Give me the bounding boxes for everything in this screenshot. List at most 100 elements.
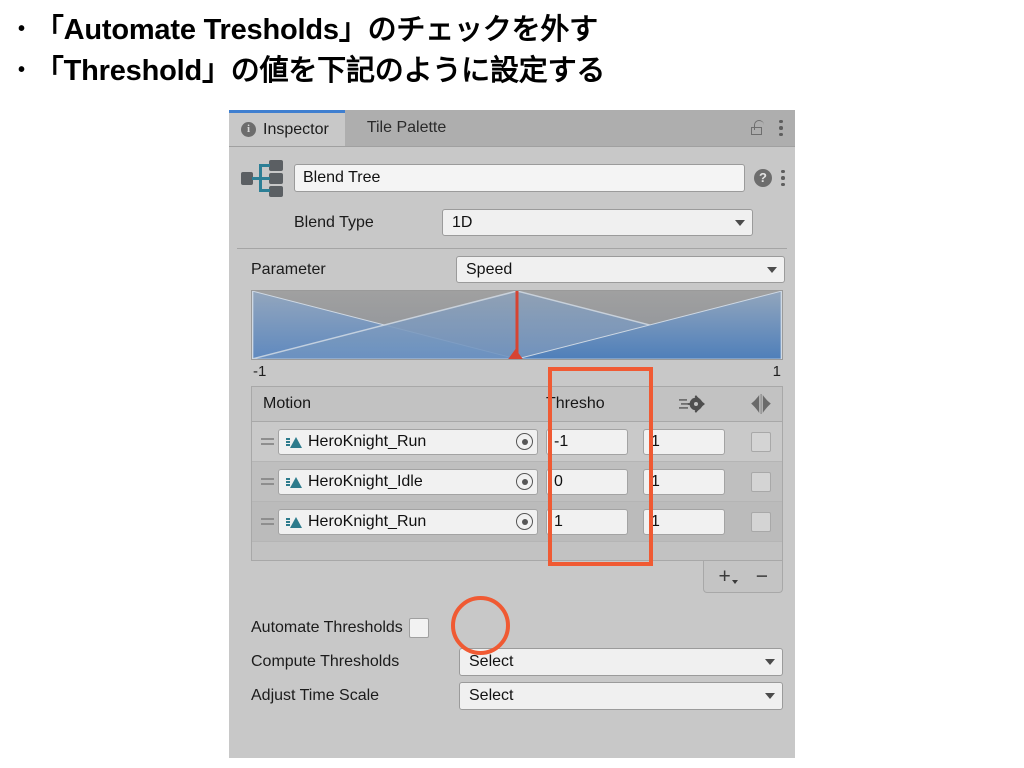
blend-type-row: Blend Type 1D — [239, 209, 785, 236]
bullet-text: 「Threshold」の値を下記のように設定する — [34, 55, 606, 88]
axis-max-label: 1 — [772, 363, 781, 380]
speed-input[interactable]: 1 — [643, 508, 725, 535]
chevron-down-icon — [767, 266, 777, 273]
mirror-cell — [740, 471, 782, 492]
motion-clip-name: HeroKnight_Idle — [308, 472, 423, 490]
drag-handle-icon[interactable] — [252, 518, 278, 525]
parameter-label: Parameter — [251, 260, 326, 278]
help-icon[interactable]: ? — [754, 169, 772, 187]
header-threshold: Thresho — [546, 395, 605, 412]
mirror-cell — [740, 511, 782, 532]
remove-motion-button[interactable]: − — [756, 566, 768, 587]
slide-bullet-list: • 「Automate Tresholds」のチェックを外す • 「Thresh… — [18, 10, 918, 92]
object-picker-icon[interactable] — [516, 433, 533, 450]
motion-table-header: Motion Thresho — [252, 387, 782, 422]
chevron-down-icon — [735, 219, 745, 226]
motion-field[interactable]: HeroKnight_Run — [278, 508, 538, 535]
threshold-cell: -1 — [546, 428, 643, 455]
motion-list-actions: + − — [229, 561, 783, 593]
blend-type-label: Blend Type — [294, 213, 374, 231]
bullet-marker: • — [18, 59, 25, 82]
mirror-icon — [740, 394, 782, 414]
tab-tile-palette-label: Tile Palette — [366, 119, 447, 136]
bullet-item: • 「Threshold」の値を下記のように設定する — [18, 51, 918, 92]
speed-input[interactable]: 1 — [643, 468, 725, 495]
threshold-input[interactable]: 0 — [546, 468, 628, 495]
animation-clip-icon — [286, 514, 303, 529]
motion-clip-name: HeroKnight_Run — [308, 512, 427, 530]
lock-open-icon[interactable] — [751, 120, 765, 136]
automate-thresholds-row: Automate Thresholds — [229, 611, 795, 645]
playhead-line[interactable] — [507, 291, 524, 359]
playhead-marker-icon[interactable] — [507, 349, 524, 359]
graph-axis-labels: -1 1 — [251, 360, 783, 380]
speed-gear-icon — [643, 395, 740, 413]
speed-input[interactable]: 1 — [643, 428, 725, 455]
adjust-time-scale-row: Adjust Time Scale Select — [229, 679, 795, 713]
drag-handle-icon[interactable] — [252, 438, 278, 445]
bullet-text: 「Automate Tresholds」のチェックを外す — [34, 14, 598, 46]
compute-thresholds-value: Select — [469, 653, 514, 670]
info-icon: i — [241, 122, 256, 137]
parameter-dropdown[interactable]: Speed — [456, 256, 785, 283]
threshold-input[interactable]: -1 — [546, 428, 628, 455]
add-remove-bar: + − — [703, 561, 783, 593]
add-motion-button[interactable]: + — [718, 565, 738, 588]
table-row[interactable]: HeroKnight_Idle 0 1 — [252, 462, 782, 502]
parameter-value: Speed — [466, 260, 513, 278]
compute-thresholds-dropdown[interactable]: Select — [459, 648, 783, 676]
blend-type-dropdown[interactable]: 1D — [442, 209, 753, 236]
adjust-time-scale-label: Adjust Time Scale — [251, 687, 380, 704]
header-motion: Motion — [263, 395, 312, 412]
threshold-cell: 0 — [546, 468, 643, 495]
animation-clip-icon — [286, 434, 303, 449]
threshold-input[interactable]: 1 — [546, 508, 628, 535]
mirror-checkbox[interactable] — [751, 471, 771, 492]
motion-table-footer — [252, 542, 782, 560]
animation-clip-icon — [286, 474, 303, 489]
blend-graph[interactable] — [251, 290, 783, 360]
adjust-time-scale-dropdown[interactable]: Select — [459, 682, 783, 710]
tab-bar-spacer — [468, 110, 751, 146]
mirror-cell — [740, 431, 782, 452]
adjust-time-scale-value: Select — [469, 687, 514, 704]
speed-cell: 1 — [643, 468, 740, 495]
table-row[interactable]: HeroKnight_Run -1 1 — [252, 422, 782, 462]
threshold-cell: 1 — [546, 508, 643, 535]
add-motion-label: + — [718, 565, 731, 588]
tab-tile-palette[interactable]: Tile Palette — [344, 110, 469, 146]
chevron-down-icon — [731, 580, 738, 584]
asset-name-row: Blend Tree ? — [239, 155, 785, 201]
automate-thresholds-label: Automate Thresholds — [251, 619, 403, 636]
asset-name-field[interactable]: Blend Tree — [294, 164, 745, 192]
blend-tree-icon — [239, 155, 285, 201]
axis-min-label: -1 — [253, 363, 267, 380]
object-picker-icon[interactable] — [516, 513, 533, 530]
object-picker-icon[interactable] — [516, 473, 533, 490]
drag-handle-icon[interactable] — [252, 478, 278, 485]
kebab-menu-icon[interactable] — [779, 119, 783, 137]
chevron-down-icon — [765, 659, 775, 665]
asset-header: Blend Tree ? Blend Type 1D — [229, 147, 795, 242]
motion-field[interactable]: HeroKnight_Run — [278, 428, 538, 455]
kebab-menu-icon[interactable] — [781, 169, 785, 187]
mirror-checkbox[interactable] — [751, 431, 771, 452]
parameter-row: Parameter Speed — [229, 249, 795, 288]
tab-inspector-label: Inspector — [263, 120, 329, 138]
chevron-down-icon — [765, 693, 775, 699]
tab-inspector[interactable]: i Inspector — [229, 110, 345, 146]
bullet-marker: • — [18, 18, 25, 40]
motion-clip-name: HeroKnight_Run — [308, 432, 427, 450]
compute-thresholds-row: Compute Thresholds Select — [229, 645, 795, 679]
blend-triangle-right — [517, 291, 782, 359]
blend-graph-container: -1 1 — [251, 290, 783, 380]
mirror-checkbox[interactable] — [751, 511, 771, 532]
inspector-window: i Inspector Tile Palette Blend Tree ? Bl… — [229, 110, 795, 758]
blend-type-value: 1D — [452, 213, 473, 231]
automate-thresholds-checkbox[interactable] — [408, 618, 429, 638]
tab-bar: i Inspector Tile Palette — [229, 110, 795, 147]
speed-cell: 1 — [643, 428, 740, 455]
bullet-item: • 「Automate Tresholds」のチェックを外す — [18, 10, 918, 51]
table-row[interactable]: HeroKnight_Run 1 1 — [252, 502, 782, 542]
motion-field[interactable]: HeroKnight_Idle — [278, 468, 538, 495]
